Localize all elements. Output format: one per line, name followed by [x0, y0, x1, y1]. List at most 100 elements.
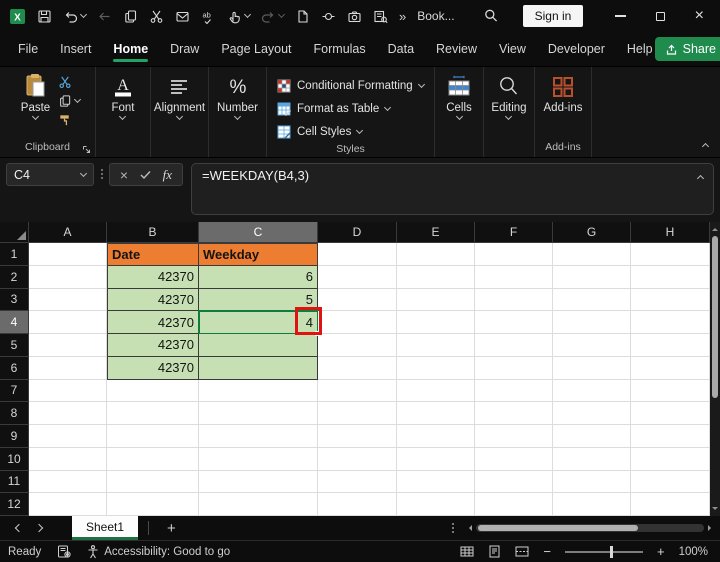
hscroll-left-icon[interactable] — [466, 525, 472, 531]
cell-C11[interactable] — [199, 470, 318, 494]
alignment-button[interactable]: Alignment — [154, 67, 205, 140]
cell-A4[interactable] — [29, 311, 107, 334]
cell-G8[interactable] — [553, 402, 631, 425]
cell-A11[interactable] — [29, 470, 107, 494]
save-button[interactable] — [37, 9, 52, 24]
cut-ribbon-button[interactable] — [58, 75, 80, 89]
tab-page-layout[interactable]: Page Layout — [219, 32, 293, 66]
cell-D11[interactable] — [318, 470, 397, 494]
cell-D5[interactable] — [318, 334, 397, 357]
cell-B6[interactable]: 42370 — [107, 356, 199, 380]
cell-H2[interactable] — [631, 265, 710, 289]
formula-input[interactable]: =WEEKDAY(B4,3) — [191, 163, 714, 215]
copy-ribbon-button[interactable] — [58, 94, 82, 108]
cell-C7[interactable] — [199, 379, 318, 403]
cell-F9[interactable] — [475, 425, 553, 448]
cell-A12[interactable] — [29, 493, 107, 516]
cell-F1[interactable] — [475, 243, 553, 266]
search-icon[interactable] — [483, 8, 499, 24]
editing-button[interactable]: Editing — [491, 67, 527, 140]
maximize-button[interactable] — [655, 11, 665, 21]
cell-D8[interactable] — [318, 402, 397, 425]
cell-B12[interactable] — [107, 493, 199, 516]
cell-H10[interactable] — [631, 447, 710, 471]
cell-E11[interactable] — [397, 470, 475, 494]
col-header-F[interactable]: F — [475, 222, 553, 243]
share-button[interactable]: Share — [654, 37, 720, 61]
cell-B7[interactable] — [107, 379, 199, 403]
sheet-nav-right-icon[interactable] — [34, 523, 44, 533]
paste-dropdown-icon[interactable] — [31, 112, 40, 121]
cell-B1[interactable]: Date — [107, 243, 199, 266]
number-dropdown-icon[interactable] — [233, 112, 242, 121]
mail-button[interactable] — [175, 9, 190, 24]
row-header-6[interactable]: 6 — [0, 356, 29, 380]
clipboard-dialog-launcher-icon[interactable] — [82, 145, 91, 154]
close-button[interactable]: × — [695, 8, 704, 24]
row-header-9[interactable]: 9 — [0, 425, 29, 448]
copy-button[interactable] — [123, 9, 138, 24]
cell-A2[interactable] — [29, 265, 107, 289]
col-header-G[interactable]: G — [553, 222, 631, 243]
format-as-table-button[interactable]: Format as Table — [277, 98, 434, 119]
name-box[interactable]: C4 — [6, 163, 94, 186]
cell-H3[interactable] — [631, 288, 710, 312]
spelling-button[interactable]: ab — [201, 9, 216, 24]
cell-F4[interactable] — [475, 311, 553, 334]
cell-H8[interactable] — [631, 402, 710, 425]
cell-G7[interactable] — [553, 379, 631, 403]
name-box-dropdown-icon[interactable] — [79, 169, 88, 177]
insert-function-icon[interactable]: fx — [163, 167, 172, 183]
zoom-slider[interactable] — [564, 545, 643, 558]
cell-B8[interactable] — [107, 402, 199, 425]
font-dropdown-icon[interactable] — [119, 112, 127, 121]
cell-C5[interactable] — [199, 334, 318, 357]
cell-H12[interactable] — [631, 493, 710, 516]
cell-C4[interactable]: 4 — [198, 307, 322, 336]
cell-F5[interactable] — [475, 334, 553, 357]
vertical-scroll-thumb[interactable] — [712, 236, 718, 398]
cell-G2[interactable] — [553, 265, 631, 289]
number-button[interactable]: % Number — [217, 67, 258, 140]
copy-dropdown-icon[interactable] — [74, 95, 82, 104]
row-header-10[interactable]: 10 — [0, 447, 29, 471]
page-layout-view-icon[interactable] — [488, 545, 501, 558]
tab-formulas[interactable]: Formulas — [312, 32, 368, 66]
cell-F8[interactable] — [475, 402, 553, 425]
cell-E6[interactable] — [397, 356, 475, 380]
cell-B9[interactable] — [107, 425, 199, 448]
redo-button[interactable] — [261, 9, 286, 24]
cell-C2[interactable]: 6 — [199, 265, 318, 289]
col-header-C[interactable]: C — [199, 222, 318, 243]
cell-F12[interactable] — [475, 493, 553, 516]
vertical-scrollbar[interactable] — [710, 222, 720, 516]
cell-D3[interactable] — [318, 288, 397, 312]
enter-icon[interactable] — [140, 170, 151, 180]
row-header-2[interactable]: 2 — [0, 265, 29, 289]
cell-B10[interactable] — [107, 447, 199, 471]
cell-C3[interactable]: 5 — [199, 288, 318, 312]
tab-view[interactable]: View — [497, 32, 528, 66]
tab-help[interactable]: Help — [625, 32, 655, 66]
tab-home[interactable]: Home — [111, 32, 150, 66]
tab-review[interactable]: Review — [434, 32, 479, 66]
cell-A8[interactable] — [29, 402, 107, 425]
cell-D9[interactable] — [318, 425, 397, 448]
cell-B11[interactable] — [107, 470, 199, 494]
cell-D2[interactable] — [318, 265, 397, 289]
cell-G4[interactable] — [553, 311, 631, 334]
cut-button[interactable] — [149, 9, 164, 24]
cell-C10[interactable] — [199, 447, 318, 471]
touch-mode-dropdown-icon[interactable] — [243, 10, 252, 19]
cell-E12[interactable] — [397, 493, 475, 516]
col-header-E[interactable]: E — [397, 222, 475, 243]
new-file-button[interactable] — [295, 9, 310, 24]
cell-C6[interactable] — [199, 356, 318, 380]
cell-E1[interactable] — [397, 243, 475, 266]
cell-G11[interactable] — [553, 470, 631, 494]
cell-F6[interactable] — [475, 356, 553, 380]
cell-D10[interactable] — [318, 447, 397, 471]
sign-in-button[interactable]: Sign in — [522, 5, 584, 27]
back-button[interactable] — [97, 9, 112, 24]
sheet-tab-sheet1[interactable]: Sheet1 — [72, 516, 139, 540]
